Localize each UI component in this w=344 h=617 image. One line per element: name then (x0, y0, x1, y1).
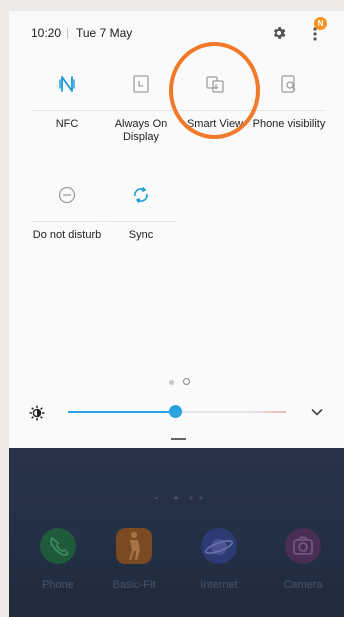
status-time: 10:20 (31, 26, 62, 40)
brightness-slider-thumb[interactable] (169, 405, 182, 418)
app-internet[interactable]: Internet (191, 518, 247, 598)
tile-divider (253, 110, 325, 111)
notification-badge: N (314, 17, 327, 30)
chevron-down-icon[interactable] (310, 407, 324, 417)
tile-nfc[interactable]: NFC (31, 74, 103, 164)
app-label: Internet (200, 579, 238, 591)
tile-always-on-display[interactable]: Always On Display (105, 74, 177, 164)
page-indicator-dot[interactable] (169, 380, 174, 385)
brightness-slider-fill (68, 411, 175, 413)
camera-icon (285, 528, 321, 564)
tile-label: Sync (128, 229, 154, 241)
app-camera[interactable]: Camera (275, 518, 331, 598)
app-basic-fit[interactable]: Basic-Fit (106, 518, 162, 598)
tile-phone-visibility[interactable]: Phone visibility (253, 74, 325, 164)
app-label: Basic-Fit (112, 579, 156, 591)
tile-divider (105, 110, 177, 111)
status-date: Tue 7 May (76, 26, 133, 40)
phone-icon (40, 528, 76, 564)
tile-divider (31, 221, 103, 222)
phone-visibility-icon (281, 75, 296, 93)
tile-label: Do not disturb (32, 229, 102, 241)
app-label: Camera (283, 579, 323, 591)
tile-label: Phone visibility (252, 118, 326, 130)
brightness-icon[interactable] (29, 405, 45, 421)
nfc-icon (59, 76, 75, 92)
highlight-circle (169, 42, 260, 139)
internet-icon (201, 528, 237, 564)
tile-label: NFC (55, 118, 79, 130)
gear-icon[interactable] (271, 25, 287, 41)
app-label: Phone (42, 579, 74, 591)
app-phone[interactable]: Phone (30, 518, 86, 598)
status-bar: 10:20 | Tue 7 May N (9, 11, 344, 51)
home-page-indicator (155, 496, 203, 500)
brightness-slider-high-zone (251, 411, 286, 413)
status-separator: | (66, 25, 70, 39)
do-not-disturb-icon (58, 186, 76, 204)
panel-drag-handle[interactable] (171, 438, 186, 440)
tile-divider (105, 221, 177, 222)
home-screen: Phone Basic-Fit Internet Camera (9, 448, 344, 617)
always-on-display-icon (133, 75, 149, 93)
tile-divider (31, 110, 103, 111)
page-indicator-dot-current[interactable] (183, 378, 190, 385)
quick-panel: 10:20 | Tue 7 May N NFC Always On Displa… (9, 11, 344, 448)
basic-fit-icon (116, 528, 152, 564)
sync-icon (134, 187, 148, 203)
brightness-slider[interactable] (68, 405, 286, 418)
tile-label: Always On Display (114, 118, 168, 143)
tile-sync[interactable]: Sync (105, 185, 177, 275)
tile-do-not-disturb[interactable]: Do not disturb (31, 185, 103, 275)
phone-screen: 10:20 | Tue 7 May N NFC Always On Displa… (9, 11, 344, 617)
